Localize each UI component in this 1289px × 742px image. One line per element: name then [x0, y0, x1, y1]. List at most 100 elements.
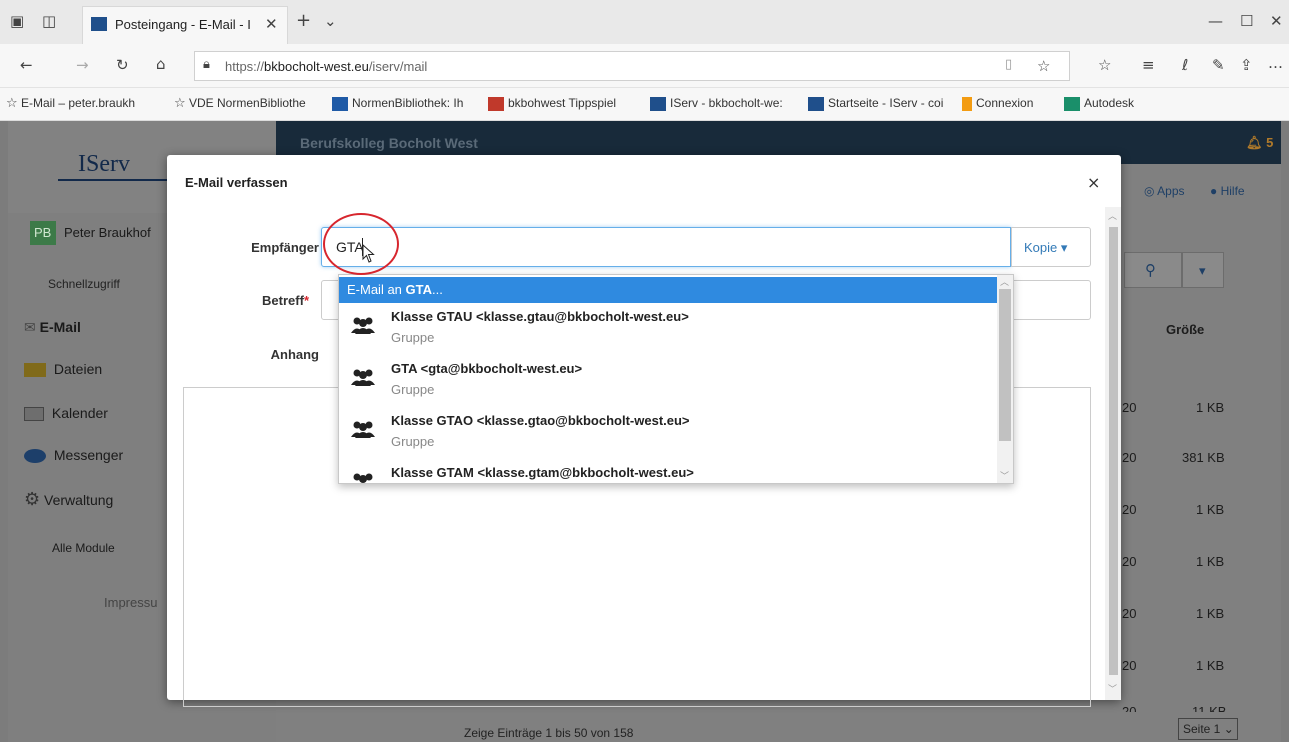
envelope-icon: ✉: [24, 320, 36, 336]
url-text: https://bkbocholt-west.eu/iserv/mail: [225, 59, 428, 74]
row-date: 20: [1122, 400, 1137, 415]
notification-bell[interactable]: 🔔︎ 5: [1246, 135, 1273, 151]
annotation-circle: [323, 213, 399, 275]
close-window-icon[interactable]: ✕: [1270, 12, 1283, 30]
iserv-favicon-icon: [650, 96, 666, 111]
row-date: 20: [1122, 502, 1137, 517]
group-icon: [353, 473, 373, 483]
school-name: Berufskolleg Bocholt West: [300, 135, 478, 151]
row-size: 381 KB: [1182, 450, 1225, 465]
apps-icon: ◎: [1144, 184, 1155, 198]
favorite-autodesk[interactable]: Autodesk: [1064, 96, 1134, 111]
group-icon: [351, 317, 375, 334]
mouse-pointer-icon: [362, 244, 375, 263]
sidebar-item-administration[interactable]: ⚙ Verwaltung: [24, 489, 113, 510]
autocomplete-scrollbar-thumb[interactable]: [999, 289, 1011, 441]
chat-bubbles-icon: [24, 449, 46, 464]
reading-list-icon[interactable]: ≡: [1142, 56, 1155, 74]
row-size: 1 KB: [1196, 606, 1225, 621]
tab-list-chevron-icon[interactable]: ⌄: [324, 12, 337, 30]
favorites-list-icon[interactable]: ☆: [1098, 56, 1111, 74]
favorite-tippspiel[interactable]: bkbohwest Tippspiel: [488, 96, 616, 111]
share-icon[interactable]: ⇪: [1240, 56, 1253, 74]
iserv-logo[interactable]: IServ: [78, 151, 130, 178]
group-icon: [351, 421, 375, 438]
favorite-connexion[interactable]: Connexion: [962, 96, 1033, 111]
scroll-up-icon[interactable]: ︿: [1108, 209, 1117, 222]
set-tabs-aside-icon[interactable]: ◫: [42, 12, 56, 30]
sidebar-item-messenger[interactable]: Messenger: [24, 447, 123, 464]
favorite-email[interactable]: ☆ E-Mail – peter.braukh: [6, 96, 135, 111]
page-select[interactable]: Seite 1 ⌄: [1178, 718, 1238, 740]
autocomplete-item-title: Klasse GTAM <klasse.gtam@bkbocholt-west.…: [391, 465, 694, 480]
size-column-header[interactable]: Größe: [1166, 322, 1204, 337]
back-icon[interactable]: ←: [20, 56, 33, 74]
all-modules-link[interactable]: Alle Module: [52, 541, 115, 555]
web-notes-icon[interactable]: ✎: [1212, 56, 1225, 74]
scroll-down-icon[interactable]: ﹀: [1108, 682, 1117, 695]
tab-actions-icon[interactable]: ▣: [10, 12, 24, 30]
autocomplete-item[interactable]: Klasse GTAU <klasse.gtau@bkbocholt-west.…: [339, 303, 997, 355]
row-date: 20: [1122, 554, 1137, 569]
logo-underline: [58, 179, 168, 181]
browser-tab[interactable]: Posteingang - E-Mail - I ✕: [82, 6, 288, 44]
autocomplete-item-type: Gruppe: [391, 382, 435, 397]
minimize-icon[interactable]: —: [1208, 12, 1223, 30]
more-menu-icon[interactable]: …: [1268, 54, 1283, 72]
autocomplete-item[interactable]: Klasse GTAM <klasse.gtam@bkbocholt-west.…: [339, 459, 997, 483]
iserv-favicon-icon: [808, 96, 824, 111]
copy-recipients-button[interactable]: Kopie ▾: [1011, 227, 1091, 267]
imprint-link[interactable]: Impressu: [104, 595, 157, 610]
connexion-favicon-icon: [962, 96, 972, 111]
autodesk-favicon-icon: [1064, 96, 1080, 111]
avatar[interactable]: PB: [30, 221, 56, 245]
add-favorite-star-icon[interactable]: ☆: [1037, 57, 1050, 75]
apps-link[interactable]: ◎ Apps: [1144, 184, 1185, 198]
reading-view-icon[interactable]: ▯: [1005, 57, 1012, 72]
calendar-icon: [24, 407, 44, 422]
sidebar-item-calendar[interactable]: Kalender: [24, 405, 108, 422]
help-icon: ●: [1210, 184, 1218, 198]
sidebar-item-files[interactable]: Dateien: [24, 361, 102, 378]
close-tab-icon[interactable]: ✕: [265, 15, 278, 33]
sidebar-item-email[interactable]: ✉ E-Mail: [24, 319, 81, 336]
address-bar[interactable]: 🔒︎ https://bkbocholt-west.eu/iserv/mail …: [194, 51, 1070, 81]
hub-icon[interactable]: ℓ: [1182, 56, 1188, 74]
quick-access-label[interactable]: Schnellzugriff: [48, 277, 120, 291]
favorite-iserv[interactable]: IServ - bkbocholt-we:: [650, 96, 783, 111]
forward-icon[interactable]: →: [76, 56, 89, 74]
help-link[interactable]: ● Hilfe: [1210, 184, 1245, 198]
scroll-up-icon[interactable]: ︿: [1000, 275, 1009, 288]
vde-favicon-icon: [332, 96, 348, 111]
scroll-down-icon[interactable]: ﹀: [1000, 469, 1009, 482]
dialog-scrollbar-thumb[interactable]: [1109, 227, 1118, 675]
lock-icon: 🔒︎: [203, 57, 210, 72]
recipient-input[interactable]: GTA: [321, 227, 1011, 267]
folder-icon: [24, 363, 46, 378]
favorite-normenbibliothek[interactable]: NormenBibliothek: Ih: [332, 96, 463, 111]
row-size: 1 KB: [1196, 554, 1225, 569]
attachment-label: Anhang: [270, 347, 319, 362]
close-dialog-button[interactable]: ×: [1087, 173, 1100, 192]
iserv-favicon-icon: [91, 17, 107, 31]
home-icon[interactable]: ⌂: [156, 55, 166, 73]
gear-icon: ⚙: [24, 489, 41, 510]
favorite-vde[interactable]: ☆ VDE NormenBibliothe: [174, 96, 306, 111]
search-button[interactable]: ⚲: [1124, 252, 1182, 288]
subject-label: Betreff*: [262, 293, 309, 308]
new-tab-button[interactable]: +: [296, 10, 311, 31]
search-options-button[interactable]: ▾: [1182, 252, 1224, 288]
pagination-info: Zeige Einträge 1 bis 50 von 158: [464, 726, 634, 740]
refresh-icon[interactable]: ↻: [116, 56, 129, 74]
row-size: 1 KB: [1196, 658, 1225, 673]
favorite-startseite[interactable]: Startseite - IServ - coi: [808, 96, 943, 111]
group-icon: [351, 369, 375, 386]
autocomplete-item[interactable]: Klasse GTAO <klasse.gtao@bkbocholt-west.…: [339, 407, 997, 459]
maximize-icon[interactable]: ☐: [1240, 12, 1253, 30]
caret-down-icon: ▾: [1199, 263, 1206, 278]
autocomplete-send-to-option[interactable]: E-Mail an GTA...: [339, 277, 997, 303]
browser-tab-bar: ▣ ◫ Posteingang - E-Mail - I ✕ + ⌄ — ☐ ✕: [0, 0, 1289, 44]
user-name[interactable]: Peter Braukhof: [64, 225, 151, 240]
row-date: 20: [1122, 704, 1137, 712]
autocomplete-item[interactable]: GTA <gta@bkbocholt-west.eu> Gruppe: [339, 355, 997, 407]
